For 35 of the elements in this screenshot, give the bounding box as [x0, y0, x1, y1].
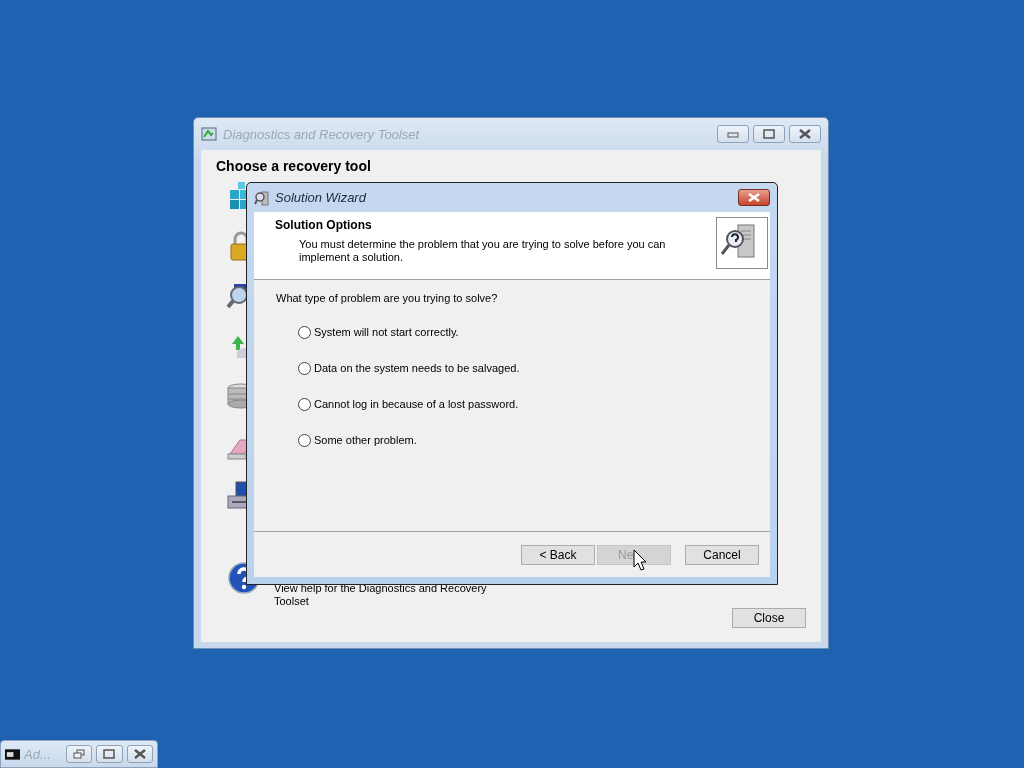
- radio-button[interactable]: [298, 325, 311, 339]
- question-text: What type of problem are you trying to solve?: [276, 292, 499, 304]
- close-icon: [748, 193, 760, 202]
- header-description: You must determine the problem that you are trying to solve before you can implement a solution.: [299, 238, 667, 264]
- close-icon: [799, 129, 811, 139]
- restore-button[interactable]: [65, 745, 93, 763]
- option-label[interactable]: Some other problem.: [314, 434, 417, 446]
- dialog-title: Solution Wizard: [275, 190, 366, 205]
- console-icon: [5, 748, 21, 760]
- close-button[interactable]: [126, 745, 153, 763]
- radio-button[interactable]: [298, 433, 311, 447]
- close-button[interactable]: Close: [732, 608, 806, 628]
- back-button[interactable]: < Back: [521, 544, 595, 565]
- radio-button[interactable]: [298, 397, 311, 411]
- header-title: Solution Options: [275, 218, 373, 232]
- close-button[interactable]: [738, 189, 770, 206]
- close-icon: [133, 749, 146, 759]
- app-icon: [201, 126, 217, 142]
- maximize-icon: [763, 129, 775, 139]
- close-button[interactable]: [789, 125, 821, 143]
- mouse-cursor: [633, 549, 647, 571]
- minimize-icon: [727, 130, 739, 138]
- option-label[interactable]: Data on the system needs to be salvaged.: [314, 362, 520, 374]
- wizard-icon: [254, 189, 270, 206]
- window-title: Ad...: [24, 746, 52, 762]
- option-label[interactable]: Cannot log in because of a lost password.: [314, 398, 519, 410]
- maximize-button[interactable]: [96, 745, 123, 763]
- maximize-icon: [103, 749, 116, 759]
- radio-button[interactable]: [298, 361, 311, 375]
- cancel-button[interactable]: Cancel: [685, 544, 759, 565]
- restore-icon: [72, 749, 85, 759]
- window-title: Diagnostics and Recovery Toolset: [223, 126, 420, 142]
- heading: Choose a recovery tool: [216, 158, 372, 174]
- option-label[interactable]: System will not start correctly.: [314, 326, 459, 338]
- maximize-button[interactable]: [753, 125, 785, 143]
